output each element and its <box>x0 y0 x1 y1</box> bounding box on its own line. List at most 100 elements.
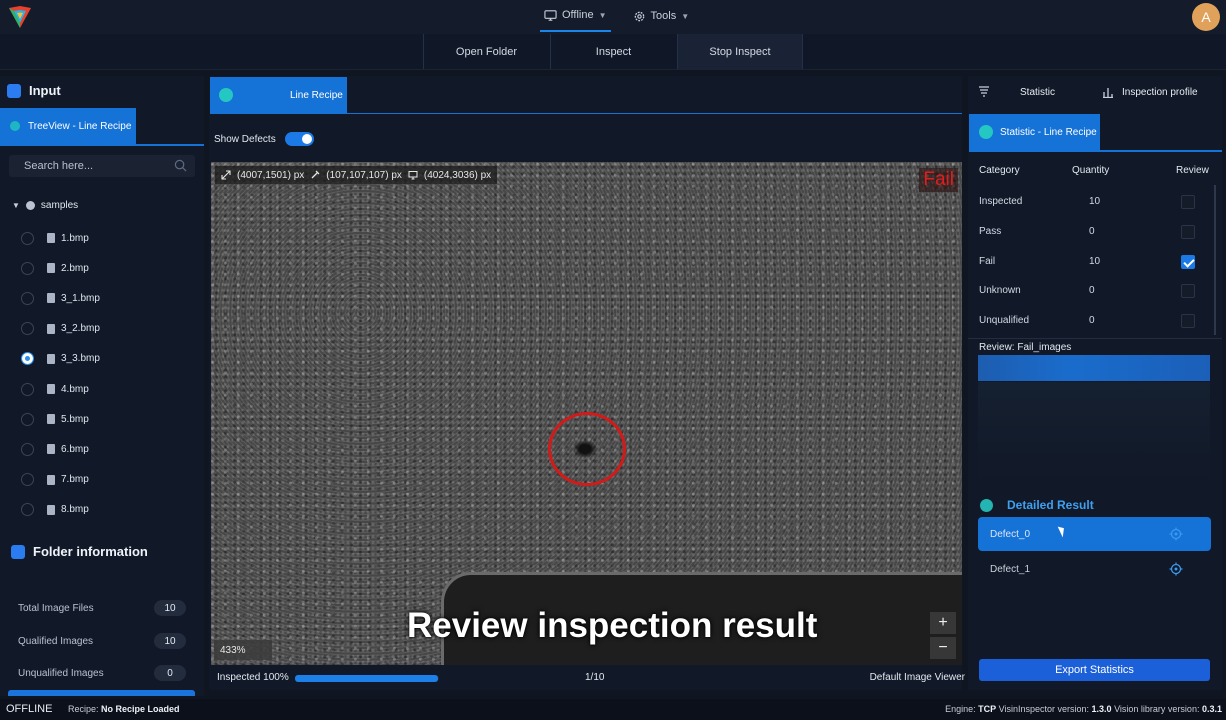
zoom-in-button[interactable]: + <box>930 612 956 634</box>
show-defects-control: Show Defects <box>214 132 314 146</box>
caret-down-icon[interactable]: ▼ <box>12 201 20 210</box>
search-input[interactable]: Search here... <box>9 155 195 177</box>
file-radio[interactable] <box>21 473 34 487</box>
file-icon <box>47 233 55 244</box>
quantity-cell: 10 <box>1089 256 1101 267</box>
file-icon <box>47 263 55 274</box>
pixel-color: (107,107,107) px <box>326 169 402 181</box>
file-item[interactable]: 8.bmp <box>0 495 204 525</box>
stop-inspect-button[interactable]: Stop Inspect <box>677 34 803 69</box>
statistics-table-header: Category Quantity Review <box>979 165 1211 179</box>
tab-statistic-line-recipe[interactable]: Statistic - Line Recipe <box>969 114 1100 150</box>
tab-inspection-profile[interactable]: Inspection profile <box>1102 86 1198 98</box>
info-label: Qualified Images <box>18 635 94 647</box>
result-fail-badge: Fail <box>919 168 958 192</box>
category-cell: Unqualified <box>979 315 1030 326</box>
tab-statistic[interactable]: Statistic <box>978 86 1055 98</box>
review-checkbox[interactable] <box>1181 284 1195 298</box>
file-name: 5.bmp <box>61 413 89 425</box>
file-radio[interactable] <box>21 503 34 517</box>
top-bar: Offline ▼ Tools ▼ A <box>0 0 1226 34</box>
progress-fill <box>295 675 438 682</box>
file-item[interactable]: 1.bmp <box>0 223 204 253</box>
statistics-scrollbar[interactable] <box>1214 185 1216 335</box>
offline-menu-label: Offline <box>562 9 594 21</box>
tab-line-recipe[interactable]: Line Recipe <box>210 77 347 113</box>
tree-root-samples[interactable]: ▼ samples <box>12 200 78 211</box>
count-badge: 0 <box>154 665 186 681</box>
zoom-out-button[interactable]: − <box>930 637 956 659</box>
show-defects-label: Show Defects <box>214 133 276 145</box>
file-item[interactable]: 3_1.bmp <box>0 283 204 313</box>
review-label: Review: Fail_images <box>979 342 1072 353</box>
export-statistics-button[interactable]: Export Statistics <box>979 659 1210 681</box>
file-item[interactable]: 3_3.bmp <box>0 344 204 374</box>
file-radio[interactable] <box>21 442 34 456</box>
engine-label: Engine: <box>945 704 976 714</box>
file-item[interactable]: 6.bmp <box>0 434 204 464</box>
tools-menu[interactable]: Tools ▼ <box>629 0 694 32</box>
inspection-image[interactable]: (4007,1501) px (107,107,107) px (4024,30… <box>211 162 962 665</box>
detailed-result-header: Detailed Result <box>980 498 1094 512</box>
file-item[interactable]: 2.bmp <box>0 253 204 283</box>
tab-underline <box>969 150 1222 152</box>
page-count: 1/10 <box>585 672 605 683</box>
video-caption: Review inspection result <box>407 606 818 645</box>
file-radio[interactable] <box>21 261 34 275</box>
app-logo[interactable] <box>6 3 34 31</box>
search-icon[interactable] <box>174 159 187 172</box>
file-radio[interactable] <box>21 412 34 426</box>
locate-target-icon[interactable] <box>1169 562 1183 576</box>
file-radio[interactable] <box>21 352 34 366</box>
offline-menu[interactable]: Offline ▼ <box>540 0 611 32</box>
recipe-icon <box>219 88 233 102</box>
tab-treeview-label: TreeView - Line Recipe <box>28 120 132 132</box>
pixel-info-bar: (4007,1501) px (107,107,107) px (4024,30… <box>215 166 498 184</box>
review-gallery[interactable] <box>978 382 1210 486</box>
defect-row[interactable]: Defect_0 <box>978 517 1211 551</box>
eyedropper-icon <box>311 170 320 179</box>
monitor-icon <box>544 9 557 21</box>
review-image-selected[interactable] <box>978 355 1210 381</box>
file-list: 1.bmp 2.bmp 3_1.bmp 3_2.bmp 3_3.bmp 4.bmp 5.bm… <box>0 223 204 525</box>
detailed-result-title: Detailed Result <box>1007 498 1094 512</box>
file-item[interactable]: 4.bmp <box>0 374 204 404</box>
statistics-row: Unqualified 0 <box>979 314 1211 329</box>
viewer-mode[interactable]: Default Image Viewer <box>870 672 965 683</box>
left-panel-button-edge[interactable] <box>8 690 195 696</box>
file-icon <box>47 323 55 334</box>
zoom-level[interactable]: 433% <box>214 640 272 660</box>
open-folder-button[interactable]: Open Folder <box>423 34 549 69</box>
file-item[interactable]: 7.bmp <box>0 465 204 495</box>
review-checkbox[interactable] <box>1181 314 1195 328</box>
inspect-button[interactable]: Inspect <box>550 34 676 69</box>
user-avatar[interactable]: A <box>1192 3 1220 31</box>
file-item[interactable]: 5.bmp <box>0 404 204 434</box>
statistics-row: Pass 0 <box>979 225 1211 240</box>
info-total-files: Total Image Files 10 <box>18 599 186 617</box>
review-checkbox[interactable] <box>1181 195 1195 209</box>
file-radio[interactable] <box>21 291 34 305</box>
review-checkbox[interactable] <box>1181 225 1195 239</box>
defect-circle-marker[interactable] <box>548 412 626 486</box>
file-item[interactable]: 3_2.bmp <box>0 314 204 344</box>
file-name: 7.bmp <box>61 474 89 486</box>
progress-bar <box>295 675 439 682</box>
statistics-row: Fail 10 <box>979 255 1211 270</box>
stat-tab-label: Statistic - Line Recipe <box>1000 126 1097 138</box>
file-radio[interactable] <box>21 382 34 396</box>
locate-target-icon[interactable] <box>1169 527 1183 541</box>
expand-icon <box>221 170 231 180</box>
review-checkbox[interactable] <box>1181 255 1195 269</box>
file-radio[interactable] <box>21 231 34 245</box>
defect-row[interactable]: Defect_1 <box>978 552 1211 586</box>
top-nav: Offline ▼ Tools ▼ <box>540 0 711 34</box>
count-badge: 10 <box>154 633 186 649</box>
search-placeholder: Search here... <box>24 160 94 172</box>
show-defects-toggle[interactable] <box>284 132 314 146</box>
statistics-panel: Statistic Inspection profile Statistic -… <box>968 76 1222 690</box>
count-badge: 10 <box>154 600 186 616</box>
connection-state: OFFLINE <box>6 703 53 715</box>
file-radio[interactable] <box>21 322 34 336</box>
tab-treeview[interactable]: TreeView - Line Recipe <box>0 108 136 144</box>
